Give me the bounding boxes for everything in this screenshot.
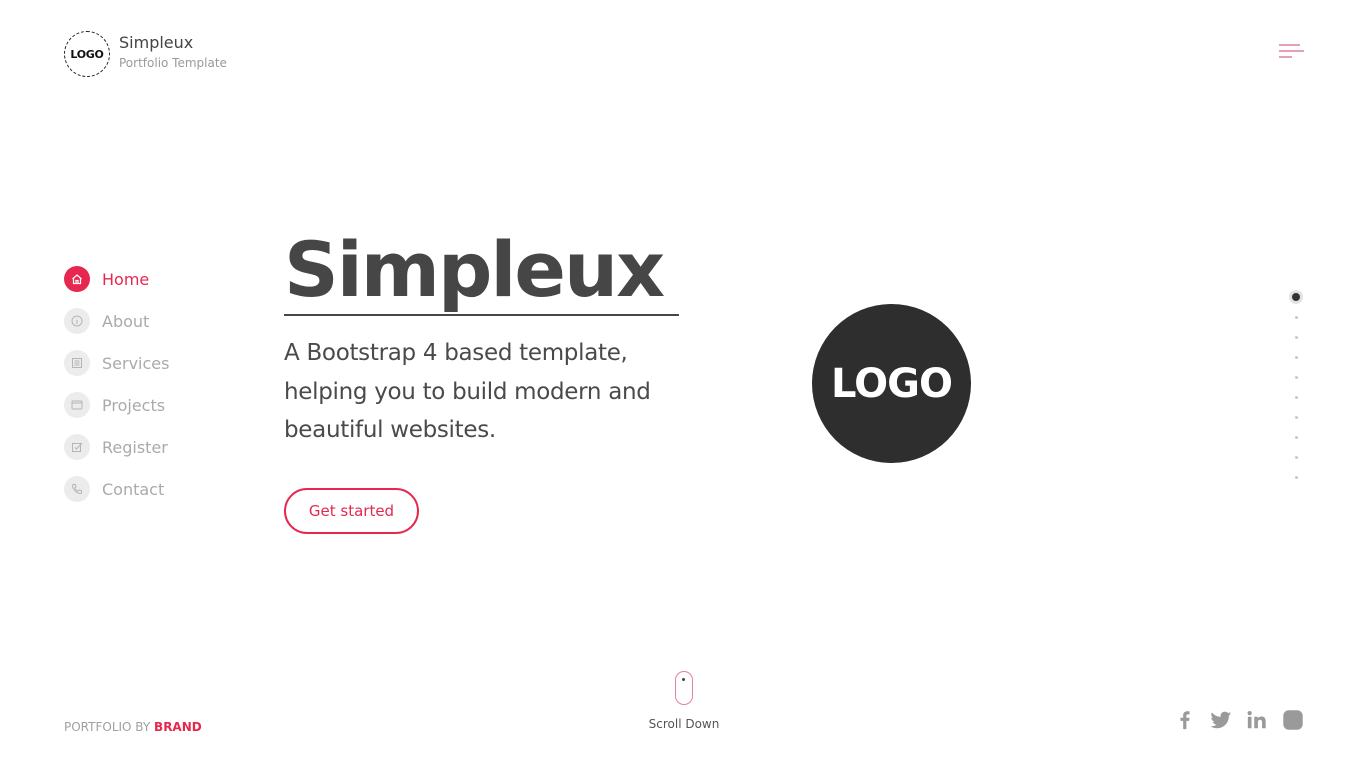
brand[interactable]: LOGO Simpleux Portfolio Template <box>64 31 227 77</box>
brand-logo[interactable]: LOGO <box>64 31 110 77</box>
brand-name: Simpleux <box>119 33 194 52</box>
scroll-down-button[interactable]: Scroll Down <box>640 671 728 731</box>
section-dot-active[interactable] <box>1288 287 1304 307</box>
hamburger-menu-icon[interactable] <box>1279 42 1305 60</box>
sidebar-item-label: Projects <box>102 395 166 415</box>
home-icon <box>64 266 90 292</box>
sidebar-item-services[interactable]: Services <box>64 350 169 376</box>
section-dot[interactable] <box>1288 347 1304 367</box>
twitter-icon[interactable] <box>1210 708 1232 732</box>
section-dot[interactable] <box>1288 407 1304 427</box>
hero-subtitle: A Bootstrap 4 based template, helping yo… <box>284 340 651 443</box>
menu-line <box>1279 44 1300 46</box>
sidebar-item-contact[interactable]: Contact <box>64 476 169 502</box>
list-icon <box>64 350 90 376</box>
footer-credit-brand-link[interactable]: BRAND <box>154 720 202 734</box>
section-pagination <box>1288 287 1304 487</box>
window-icon <box>64 392 90 418</box>
section-dot[interactable] <box>1288 467 1304 487</box>
sidebar-item-about[interactable]: About <box>64 308 169 334</box>
sidebar-item-label: Register <box>102 437 168 457</box>
sidebar-item-register[interactable]: Register <box>64 434 169 460</box>
sidebar-item-label: About <box>102 311 150 331</box>
side-nav: Home About Services Projects Register Co… <box>64 266 169 518</box>
facebook-icon[interactable] <box>1174 708 1196 732</box>
section-dot[interactable] <box>1288 447 1304 467</box>
section-dot[interactable] <box>1288 367 1304 387</box>
sidebar-item-label: Services <box>102 353 170 373</box>
sidebar-item-projects[interactable]: Projects <box>64 392 169 418</box>
phone-icon <box>64 476 90 502</box>
info-icon <box>64 308 90 334</box>
footer-credit: PORTFOLIO BY BRAND <box>64 720 202 734</box>
section-dot[interactable] <box>1288 327 1304 347</box>
section-dot[interactable] <box>1288 387 1304 407</box>
section-dot[interactable] <box>1288 307 1304 327</box>
linkedin-icon[interactable] <box>1246 708 1268 732</box>
sidebar-item-label: Contact <box>102 479 165 499</box>
hero: Simpleux A Bootstrap 4 based template, h… <box>284 226 684 450</box>
social-links <box>1174 708 1304 732</box>
instagram-icon[interactable] <box>1282 708 1304 732</box>
sidebar-item-home[interactable]: Home <box>64 266 169 292</box>
get-started-button[interactable]: Get started <box>284 488 419 534</box>
footer-credit-prefix: PORTFOLIO BY <box>64 720 151 734</box>
menu-line <box>1279 56 1292 58</box>
hero-logo: LOGO <box>812 304 971 463</box>
sidebar-item-label: Home <box>102 269 150 289</box>
hero-title: Simpleux <box>284 226 680 316</box>
mouse-icon <box>675 671 693 705</box>
brand-tagline: Portfolio Template <box>119 56 227 70</box>
scroll-down-label: Scroll Down <box>648 717 720 731</box>
brand-text: Simpleux Portfolio Template <box>119 33 227 71</box>
edit-icon <box>64 434 90 460</box>
menu-line <box>1279 50 1304 52</box>
section-dot[interactable] <box>1288 427 1304 447</box>
